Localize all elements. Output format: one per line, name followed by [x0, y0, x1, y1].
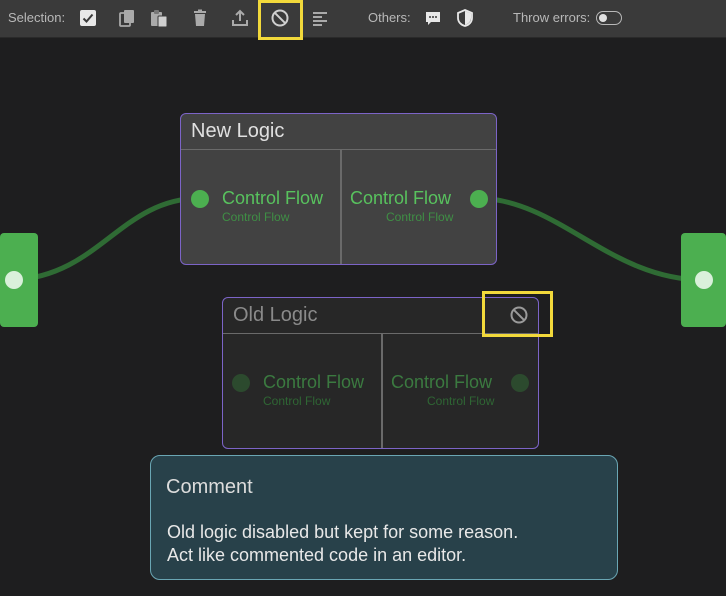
- comment-line: Act like commented code in an editor.: [167, 545, 467, 565]
- input-port-type: Control Flow: [263, 394, 331, 408]
- input-port[interactable]: [232, 374, 250, 392]
- input-port-label: Control Flow: [222, 188, 324, 208]
- input-port-type: Control Flow: [222, 210, 290, 224]
- input-port[interactable]: [191, 190, 209, 208]
- comment-title: Comment: [166, 476, 253, 498]
- comment-line: Old logic disabled but kept for some rea…: [167, 522, 519, 542]
- graph-input-node[interactable]: [0, 233, 38, 327]
- output-port-label: Control Flow: [391, 372, 493, 392]
- output-port-label: Control Flow: [350, 188, 452, 208]
- wire-output: [477, 195, 705, 283]
- node-divider: [340, 150, 342, 264]
- node-body: Control Flow Control Flow Control Flow C…: [181, 150, 496, 264]
- comment-box[interactable]: Comment Old logic disabled but kept for …: [150, 455, 618, 580]
- disabled-badge-highlight: [482, 291, 553, 337]
- graph-output-node[interactable]: [681, 233, 726, 327]
- output-port[interactable]: [470, 190, 488, 208]
- node-body: Control Flow Control Flow Control Flow C…: [223, 334, 538, 448]
- wire-input: [13, 195, 200, 283]
- output-port[interactable]: [511, 374, 529, 392]
- output-port-type: Control Flow: [386, 210, 454, 224]
- graph-output-port[interactable]: [695, 271, 713, 289]
- node-title: New Logic: [181, 114, 496, 150]
- node-new-logic[interactable]: New Logic Control Flow Control Flow Cont…: [180, 113, 497, 265]
- input-port-label: Control Flow: [263, 372, 365, 392]
- output-port-type: Control Flow: [427, 394, 495, 408]
- node-divider: [381, 334, 383, 448]
- graph-input-port[interactable]: [5, 271, 23, 289]
